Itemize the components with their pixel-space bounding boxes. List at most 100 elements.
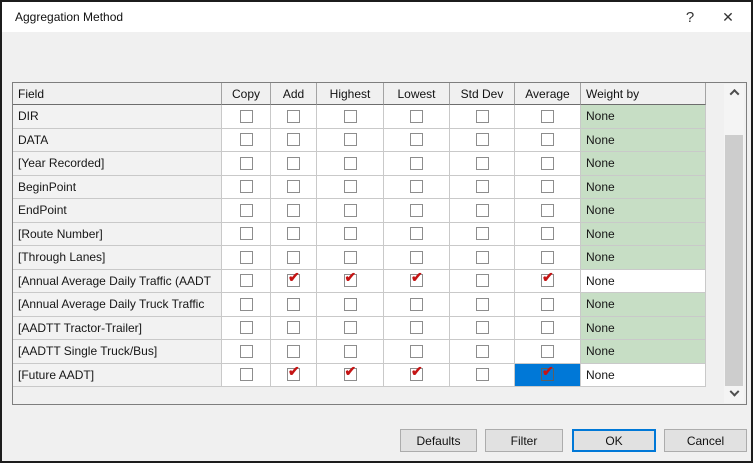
- stddev-cell[interactable]: [450, 246, 515, 270]
- weight-by-cell[interactable]: None: [581, 152, 706, 176]
- average-cell[interactable]: [515, 223, 581, 247]
- average-cell[interactable]: [515, 199, 581, 223]
- copy-cell[interactable]: [222, 364, 271, 388]
- weight-by-cell[interactable]: None: [581, 317, 706, 341]
- highest-checkbox[interactable]: [344, 321, 357, 334]
- copy-checkbox[interactable]: [240, 345, 253, 358]
- weight-by-cell[interactable]: None: [581, 270, 706, 294]
- copy-cell[interactable]: [222, 105, 271, 129]
- lowest-cell[interactable]: [384, 340, 450, 364]
- filter-button[interactable]: Filter: [485, 429, 563, 452]
- average-cell[interactable]: [515, 129, 581, 153]
- average-cell[interactable]: [515, 246, 581, 270]
- stddev-cell[interactable]: [450, 129, 515, 153]
- copy-cell[interactable]: [222, 152, 271, 176]
- average-cell[interactable]: ✔: [515, 364, 581, 388]
- highest-checkbox[interactable]: [344, 110, 357, 123]
- add-cell[interactable]: [271, 105, 317, 129]
- copy-checkbox[interactable]: [240, 227, 253, 240]
- add-cell[interactable]: [271, 176, 317, 200]
- average-checkbox[interactable]: [541, 157, 554, 170]
- highest-cell[interactable]: ✔: [317, 364, 384, 388]
- scrollbar-thumb[interactable]: [725, 135, 743, 387]
- copy-checkbox[interactable]: [240, 110, 253, 123]
- weight-by-cell[interactable]: None: [581, 105, 706, 129]
- add-checkbox[interactable]: [287, 180, 300, 193]
- average-checkbox[interactable]: [541, 345, 554, 358]
- stddev-checkbox[interactable]: [476, 204, 489, 217]
- weight-by-cell[interactable]: None: [581, 129, 706, 153]
- highest-cell[interactable]: [317, 105, 384, 129]
- add-checkbox[interactable]: [287, 110, 300, 123]
- average-checkbox[interactable]: [541, 227, 554, 240]
- ok-button[interactable]: OK: [572, 429, 656, 452]
- scroll-up-arrow-icon[interactable]: [724, 84, 744, 101]
- average-checkbox[interactable]: [541, 321, 554, 334]
- stddev-cell[interactable]: [450, 340, 515, 364]
- copy-checkbox[interactable]: [240, 298, 253, 311]
- highest-checkbox[interactable]: [344, 251, 357, 264]
- vertical-scrollbar[interactable]: [724, 84, 744, 403]
- stddev-checkbox[interactable]: [476, 157, 489, 170]
- lowest-checkbox[interactable]: ✔: [410, 368, 423, 381]
- average-cell[interactable]: ✔: [515, 270, 581, 294]
- copy-cell[interactable]: [222, 223, 271, 247]
- average-cell[interactable]: [515, 317, 581, 341]
- highest-checkbox[interactable]: [344, 298, 357, 311]
- weight-by-cell[interactable]: None: [581, 199, 706, 223]
- copy-checkbox[interactable]: [240, 133, 253, 146]
- lowest-cell[interactable]: [384, 223, 450, 247]
- average-checkbox[interactable]: [541, 298, 554, 311]
- stddev-checkbox[interactable]: [476, 274, 489, 287]
- highest-checkbox[interactable]: ✔: [344, 368, 357, 381]
- lowest-checkbox[interactable]: [410, 157, 423, 170]
- weight-by-cell[interactable]: None: [581, 364, 706, 388]
- lowest-checkbox[interactable]: [410, 345, 423, 358]
- add-cell[interactable]: [271, 317, 317, 341]
- highest-cell[interactable]: [317, 317, 384, 341]
- lowest-cell[interactable]: [384, 105, 450, 129]
- highest-cell[interactable]: [317, 223, 384, 247]
- add-checkbox[interactable]: ✔: [287, 274, 300, 287]
- average-cell[interactable]: [515, 293, 581, 317]
- copy-cell[interactable]: [222, 129, 271, 153]
- highest-cell[interactable]: [317, 176, 384, 200]
- copy-cell[interactable]: [222, 317, 271, 341]
- lowest-checkbox[interactable]: [410, 251, 423, 264]
- highest-checkbox[interactable]: ✔: [344, 274, 357, 287]
- stddev-checkbox[interactable]: [476, 227, 489, 240]
- stddev-checkbox[interactable]: [476, 368, 489, 381]
- stddev-cell[interactable]: [450, 317, 515, 341]
- lowest-cell[interactable]: [384, 199, 450, 223]
- lowest-checkbox[interactable]: [410, 321, 423, 334]
- add-checkbox[interactable]: [287, 157, 300, 170]
- average-checkbox[interactable]: [541, 204, 554, 217]
- copy-checkbox[interactable]: [240, 251, 253, 264]
- add-cell[interactable]: [271, 223, 317, 247]
- add-cell[interactable]: [271, 293, 317, 317]
- copy-checkbox[interactable]: [240, 274, 253, 287]
- average-cell[interactable]: [515, 340, 581, 364]
- stddev-cell[interactable]: [450, 223, 515, 247]
- highest-checkbox[interactable]: [344, 227, 357, 240]
- average-checkbox[interactable]: ✔: [541, 274, 554, 287]
- add-cell[interactable]: [271, 199, 317, 223]
- lowest-checkbox[interactable]: [410, 110, 423, 123]
- add-checkbox[interactable]: [287, 227, 300, 240]
- add-cell[interactable]: ✔: [271, 270, 317, 294]
- lowest-cell[interactable]: ✔: [384, 270, 450, 294]
- add-cell[interactable]: [271, 340, 317, 364]
- stddev-checkbox[interactable]: [476, 298, 489, 311]
- highest-cell[interactable]: [317, 199, 384, 223]
- average-checkbox[interactable]: [541, 180, 554, 193]
- lowest-cell[interactable]: [384, 293, 450, 317]
- average-checkbox[interactable]: [541, 110, 554, 123]
- stddev-cell[interactable]: [450, 105, 515, 129]
- highest-cell[interactable]: [317, 246, 384, 270]
- copy-checkbox[interactable]: [240, 204, 253, 217]
- stddev-checkbox[interactable]: [476, 110, 489, 123]
- add-checkbox[interactable]: ✔: [287, 368, 300, 381]
- defaults-button[interactable]: Defaults: [400, 429, 477, 452]
- stddev-cell[interactable]: [450, 152, 515, 176]
- copy-checkbox[interactable]: [240, 157, 253, 170]
